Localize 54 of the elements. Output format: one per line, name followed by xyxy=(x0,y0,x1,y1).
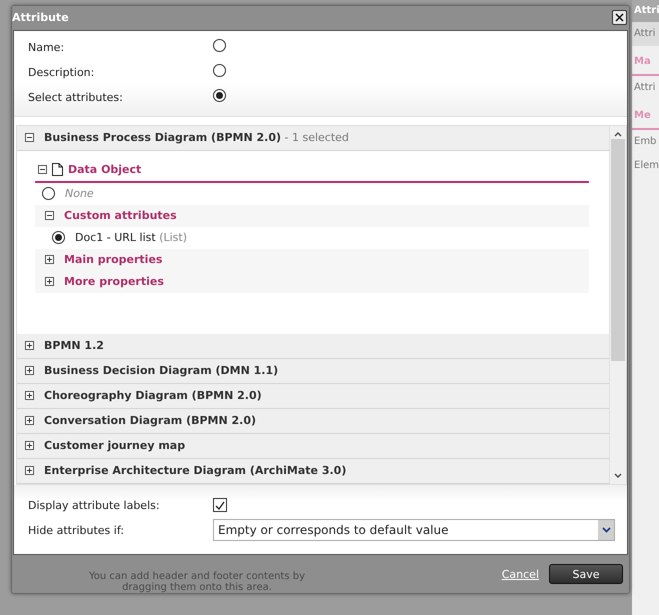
none-option: None xyxy=(65,187,94,200)
option-label: Display attribute labels: xyxy=(28,498,161,512)
side-panel-text: Attri xyxy=(633,81,656,95)
option-label: Select attributes: xyxy=(28,90,124,104)
expand-icon[interactable] xyxy=(25,391,34,400)
radio-button[interactable] xyxy=(213,39,226,52)
expand-icon[interactable] xyxy=(25,366,34,376)
chevron-down-icon xyxy=(602,527,610,534)
collapse-icon[interactable] xyxy=(38,165,47,174)
radio-button[interactable] xyxy=(213,64,226,78)
side-panel-text: Attri xyxy=(632,22,659,46)
close-icon xyxy=(615,13,624,22)
scrollbar[interactable] xyxy=(609,126,626,484)
expand-icon[interactable] xyxy=(25,441,34,450)
hide-condition-select[interactable]: Empty or corresponds to default value xyxy=(213,519,615,542)
radio-button[interactable] xyxy=(42,187,55,200)
collapse-icon[interactable] xyxy=(25,133,34,142)
dialog-title: Attribute xyxy=(12,11,69,24)
radio-button[interactable] xyxy=(52,231,65,244)
section-title[interactable]: More properties xyxy=(64,275,164,288)
expand-icon[interactable] xyxy=(45,255,54,264)
scrollbar-thumb[interactable] xyxy=(611,138,625,361)
option-label: Description: xyxy=(28,66,96,79)
side-panel-text: Me xyxy=(632,104,659,130)
group-header[interactable]: Enterprise Architecture Diagram (ArchiMate 3.0) xyxy=(17,458,609,484)
scroll-up-icon[interactable] xyxy=(614,132,622,137)
attribute-option: Doc1 - URL list (List) xyxy=(75,231,187,244)
side-panel-text: Attri xyxy=(632,0,659,22)
side-panel-text: Emb xyxy=(633,135,658,149)
option-label: Hide attributes if: xyxy=(28,524,126,537)
scroll-down-icon[interactable] xyxy=(614,472,622,478)
side-panel-text: Ma xyxy=(632,50,659,76)
expand-icon[interactable] xyxy=(25,416,34,426)
group-header[interactable]: Choreography Diagram (BPMN 2.0) xyxy=(17,384,609,409)
group-header[interactable]: Business Process Diagram (BPMN 2.0) - 1 selected xyxy=(17,126,609,151)
collapse-icon[interactable] xyxy=(45,211,54,220)
document-icon xyxy=(52,163,63,176)
close-button[interactable] xyxy=(612,10,627,26)
group-header[interactable]: Business Decision Diagram (DMN 1.1) xyxy=(17,358,609,384)
background-hint-text: You can add header and footer contents by dragging them onto this area. xyxy=(88,571,306,593)
group-header[interactable]: BPMN 1.2 xyxy=(17,334,609,359)
save-button[interactable]: Save xyxy=(549,564,623,584)
option-label: Name: xyxy=(28,40,66,54)
checkbox[interactable] xyxy=(213,498,227,512)
section-title[interactable]: Main properties xyxy=(64,253,162,266)
expand-icon[interactable] xyxy=(45,277,54,286)
object-title: Data Object xyxy=(68,163,142,176)
group-header[interactable]: Customer journey map xyxy=(17,434,609,459)
expand-icon[interactable] xyxy=(25,466,34,476)
section-title[interactable]: Custom attributes xyxy=(64,209,177,222)
side-panel-text: Elem xyxy=(633,159,659,173)
group-header[interactable]: Conversation Diagram (BPMN 2.0) xyxy=(17,408,609,434)
radio-button[interactable] xyxy=(213,89,226,102)
expand-icon[interactable] xyxy=(25,341,34,350)
